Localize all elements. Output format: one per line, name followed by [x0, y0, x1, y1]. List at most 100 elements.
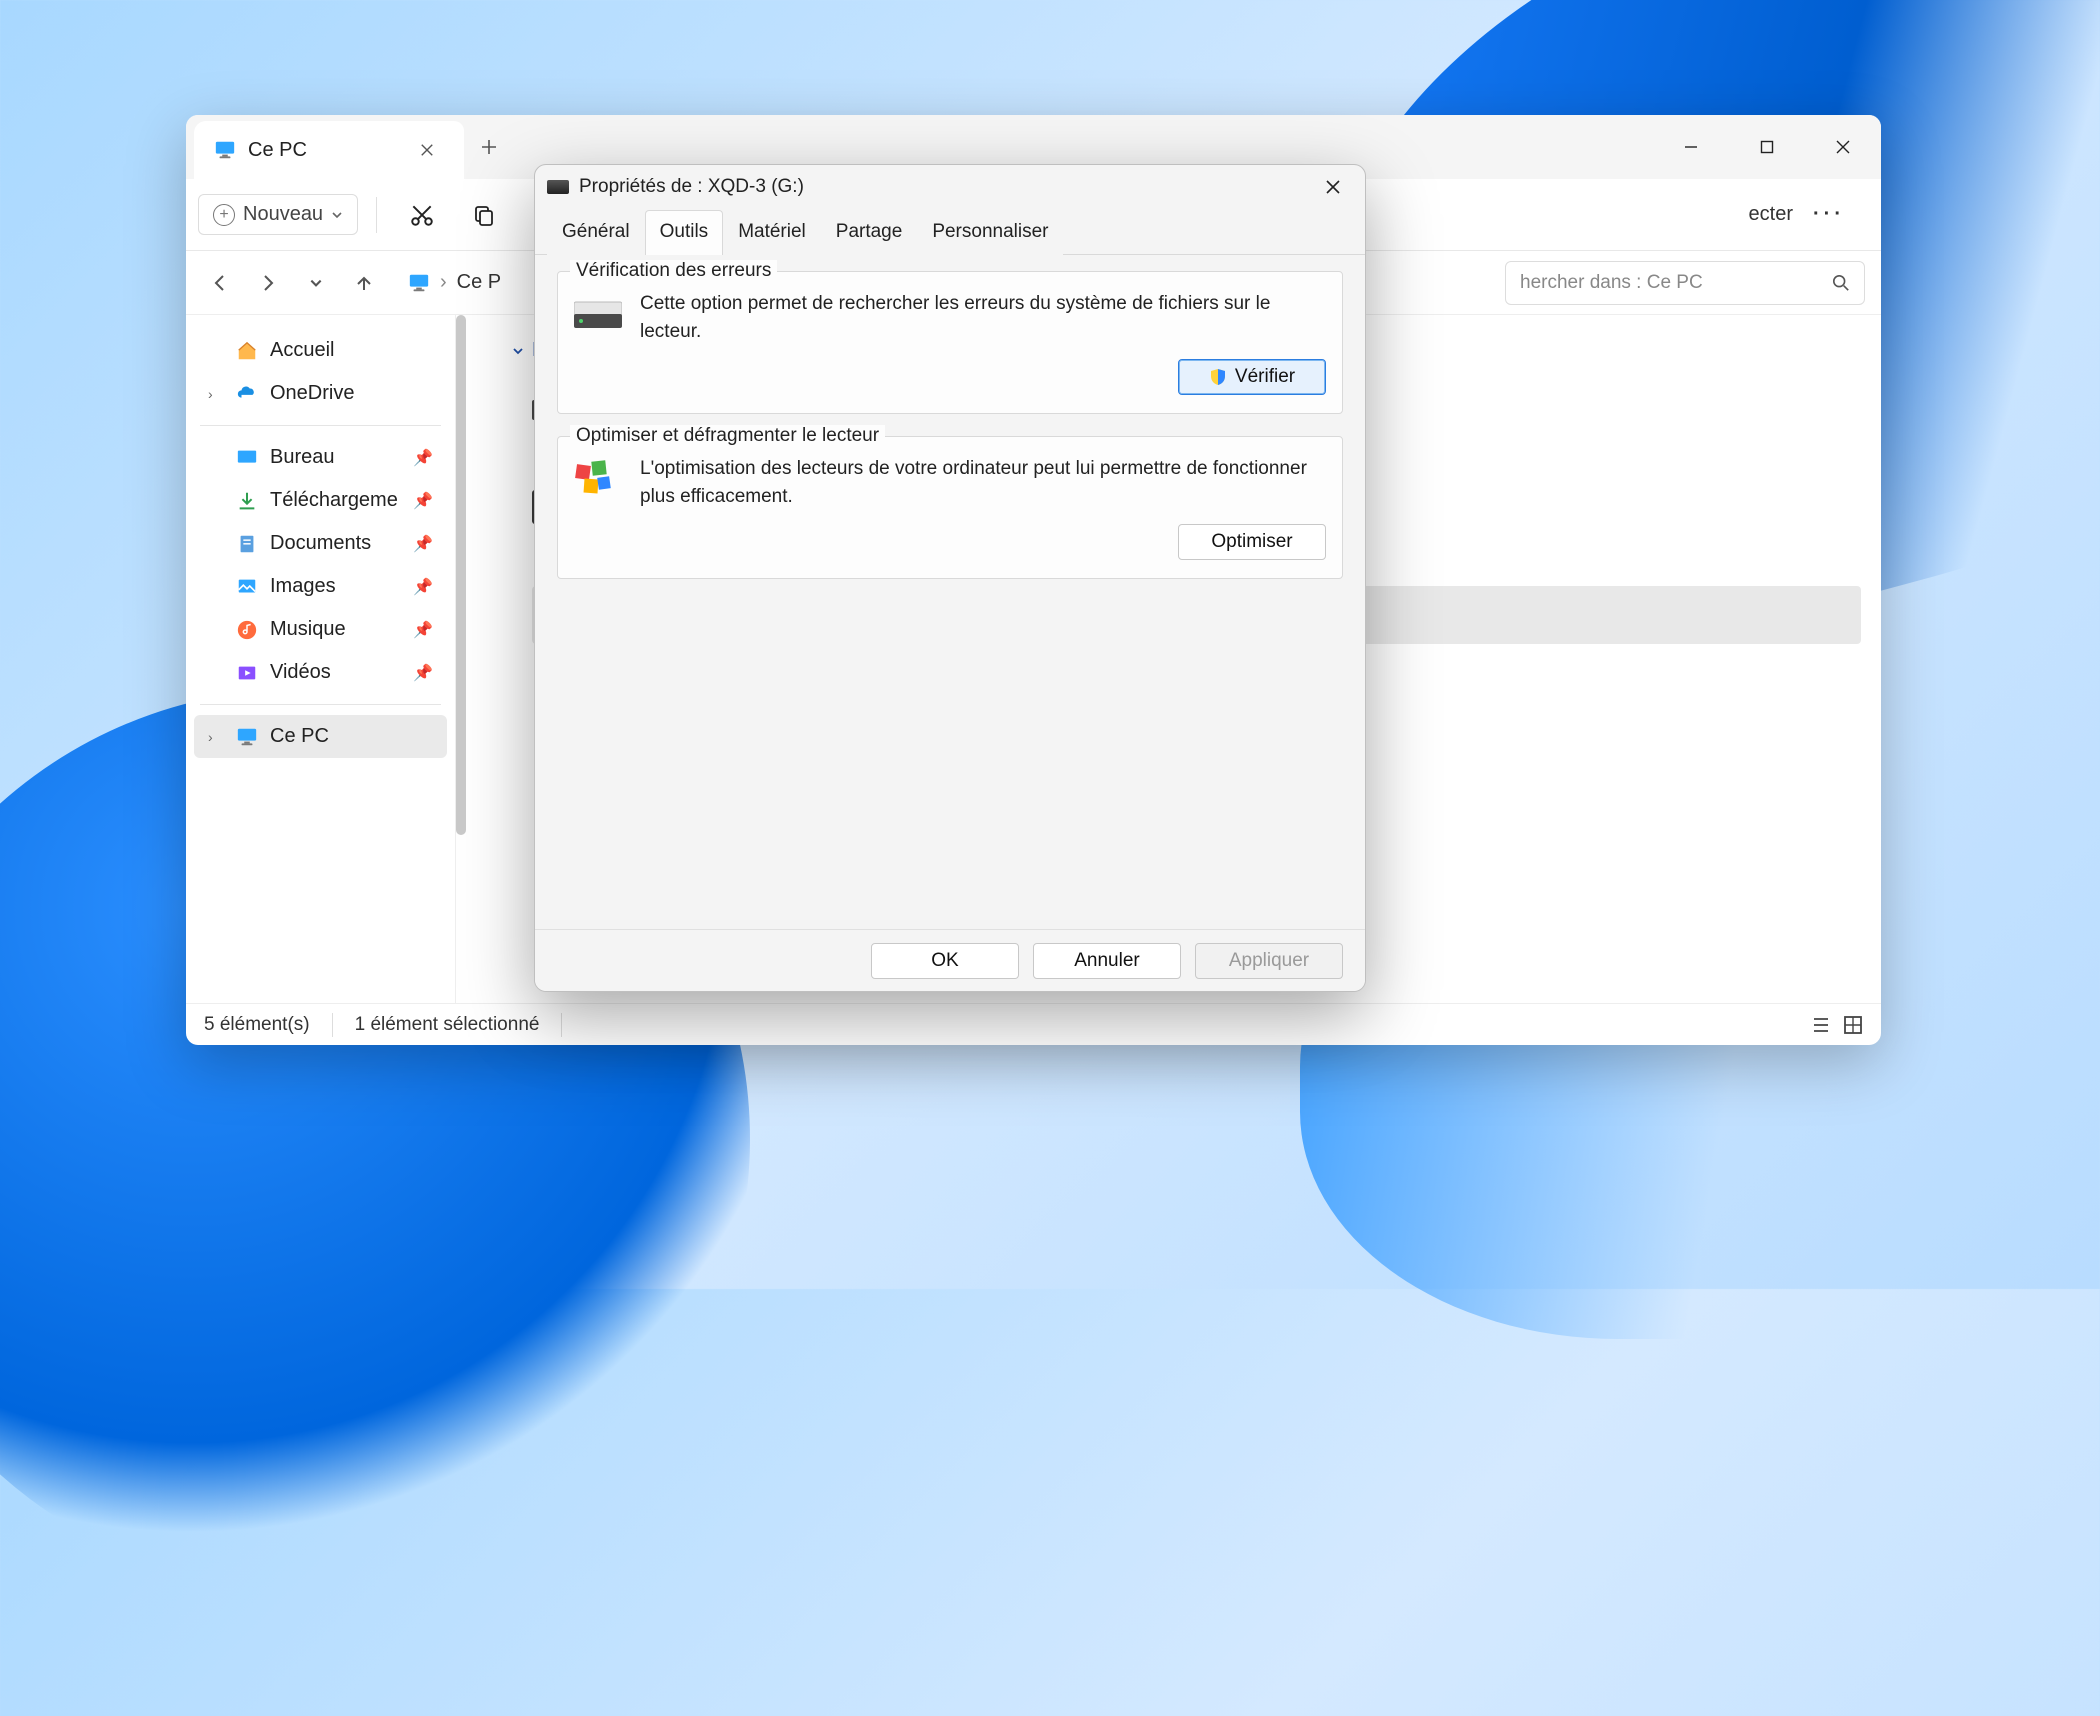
apply-button-label: Appliquer	[1229, 950, 1309, 972]
tab-tools[interactable]: Outils	[645, 210, 724, 255]
pin-icon: 📌	[413, 534, 433, 554]
search-placeholder: hercher dans : Ce PC	[1520, 272, 1703, 294]
dialog-titlebar: Propriétés de : XQD-3 (G:)	[535, 165, 1365, 209]
tab-general[interactable]: Général	[547, 210, 645, 255]
defrag-icon	[574, 459, 622, 495]
list-view-button[interactable]	[1811, 1015, 1831, 1035]
sidebar-item-images[interactable]: Images 📌	[194, 565, 447, 608]
pin-icon: 📌	[413, 577, 433, 597]
cut-button[interactable]	[395, 194, 449, 236]
tab-customize[interactable]: Personnaliser	[917, 210, 1063, 255]
toolbar-connect-label[interactable]: ecter	[1749, 203, 1793, 226]
dialog-close-button[interactable]	[1313, 171, 1353, 203]
minimize-button[interactable]	[1653, 115, 1729, 179]
ok-button-label: OK	[931, 950, 958, 972]
details-view-button[interactable]	[1843, 1015, 1863, 1035]
verify-button-label: Vérifier	[1235, 366, 1295, 388]
properties-dialog: Propriétés de : XQD-3 (G:) Général Outil…	[534, 164, 1366, 992]
forward-button[interactable]	[250, 265, 286, 301]
sidebar-item-home[interactable]: Accueil	[194, 329, 447, 372]
optimize-button[interactable]: Optimiser	[1178, 524, 1326, 560]
error-check-description: Cette option permet de rechercher les er…	[640, 290, 1326, 345]
pin-icon: 📌	[413, 663, 433, 683]
status-selection: 1 élément sélectionné	[355, 1014, 540, 1036]
pin-icon: 📌	[413, 491, 433, 511]
explorer-tab[interactable]: Ce PC	[194, 121, 464, 179]
plus-circle-icon: +	[213, 204, 235, 226]
search-input[interactable]: hercher dans : Ce PC	[1505, 261, 1865, 305]
sidebar-item-label: Documents	[270, 532, 371, 555]
monitor-icon	[236, 726, 258, 748]
drive-icon	[547, 180, 569, 194]
close-button[interactable]	[1805, 115, 1881, 179]
optimize-description: L'optimisation des lecteurs de votre ord…	[640, 455, 1326, 510]
sidebar-item-label: Accueil	[270, 339, 334, 362]
optimize-button-label: Optimiser	[1211, 531, 1292, 553]
divider	[376, 197, 377, 233]
sidebar-item-videos[interactable]: Vidéos 📌	[194, 651, 447, 694]
sidebar-item-music[interactable]: Musique 📌	[194, 608, 447, 651]
sidebar-item-this-pc[interactable]: › Ce PC	[194, 715, 447, 758]
sidebar-item-label: Téléchargeme	[270, 489, 398, 512]
group-title: Vérification des erreurs	[570, 260, 777, 282]
back-button[interactable]	[202, 265, 238, 301]
sidebar-item-downloads[interactable]: Téléchargeme 📌	[194, 479, 447, 522]
music-icon	[236, 619, 258, 641]
recent-button[interactable]	[298, 265, 334, 301]
status-item-count: 5 élément(s)	[204, 1014, 310, 1036]
chevron-right-icon: ›	[208, 386, 224, 402]
sidebar-item-label: OneDrive	[270, 382, 354, 405]
window-controls	[1653, 115, 1881, 179]
dialog-tabs: Général Outils Matériel Partage Personna…	[535, 209, 1365, 255]
maximize-button[interactable]	[1729, 115, 1805, 179]
tab-close-button[interactable]	[414, 137, 440, 163]
up-button[interactable]	[346, 265, 382, 301]
address-bar[interactable]: › Ce P	[394, 265, 515, 300]
sidebar: Accueil › OneDrive Bureau 📌 Téléchargeme…	[186, 315, 456, 1003]
sidebar-separator	[200, 704, 441, 705]
video-icon	[236, 662, 258, 684]
verify-button[interactable]: Vérifier	[1178, 359, 1326, 395]
dialog-body: Vérification des erreurs Cette option pe…	[535, 255, 1365, 929]
sidebar-item-label: Images	[270, 575, 336, 598]
images-icon	[236, 576, 258, 598]
cancel-button[interactable]: Annuler	[1033, 943, 1181, 979]
tab-sharing[interactable]: Partage	[821, 210, 918, 255]
tab-hardware[interactable]: Matériel	[723, 210, 821, 255]
sidebar-item-onedrive[interactable]: › OneDrive	[194, 372, 447, 415]
new-button[interactable]: + Nouveau	[198, 194, 358, 235]
cloud-icon	[236, 383, 258, 405]
scissors-icon	[409, 202, 435, 228]
breadcrumb-item[interactable]: Ce P	[457, 271, 501, 294]
document-icon	[236, 533, 258, 555]
sidebar-separator	[200, 425, 441, 426]
copy-icon	[471, 202, 497, 228]
cancel-button-label: Annuler	[1074, 950, 1140, 972]
copy-button[interactable]	[457, 194, 511, 236]
chevron-right-icon: ›	[208, 729, 224, 745]
tab-title: Ce PC	[248, 139, 307, 162]
dialog-footer: OK Annuler Appliquer	[535, 929, 1365, 991]
download-icon	[236, 490, 258, 512]
new-button-label: Nouveau	[243, 203, 323, 226]
new-tab-button[interactable]	[464, 115, 514, 179]
drive-icon	[574, 294, 622, 330]
group-title: Optimiser et défragmenter le lecteur	[570, 425, 885, 447]
chevron-down-icon	[331, 209, 343, 221]
pin-icon: 📌	[413, 448, 433, 468]
sidebar-item-label: Vidéos	[270, 661, 331, 684]
shield-icon	[1209, 368, 1227, 386]
monitor-icon	[214, 139, 236, 161]
scrollbar-thumb[interactable]	[456, 315, 466, 835]
monitor-icon	[408, 272, 430, 294]
ok-button[interactable]: OK	[871, 943, 1019, 979]
sidebar-item-label: Ce PC	[270, 725, 329, 748]
sidebar-item-documents[interactable]: Documents 📌	[194, 522, 447, 565]
more-button[interactable]: ···	[1813, 203, 1845, 226]
divider	[561, 1013, 562, 1037]
sidebar-item-desktop[interactable]: Bureau 📌	[194, 436, 447, 479]
chevron-down-icon	[512, 345, 524, 357]
optimize-group: Optimiser et défragmenter le lecteur L'o…	[557, 436, 1343, 579]
error-check-group: Vérification des erreurs Cette option pe…	[557, 271, 1343, 414]
sidebar-item-label: Bureau	[270, 446, 335, 469]
